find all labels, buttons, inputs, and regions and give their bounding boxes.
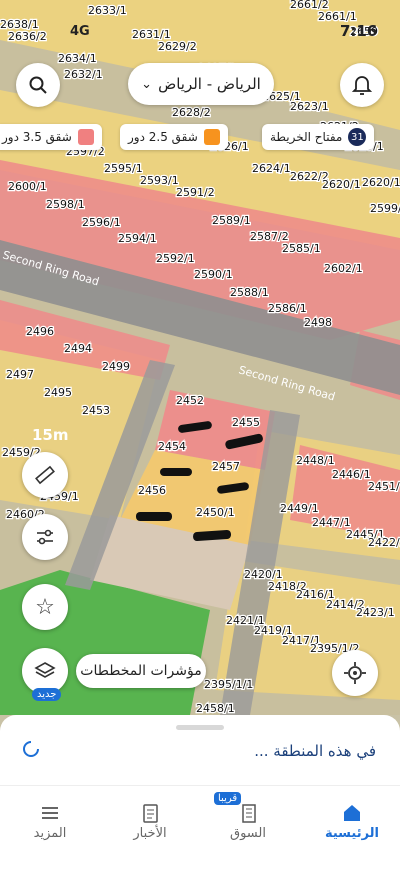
parcel-label[interactable]: 2600/1 bbox=[7, 179, 48, 195]
parcel-label[interactable]: 2446/1 bbox=[331, 467, 372, 483]
tab-label: السوق bbox=[230, 826, 266, 841]
parcel-label[interactable]: 2498 bbox=[303, 315, 334, 331]
coming-soon-badge: قريبا bbox=[214, 792, 242, 805]
parcel-label[interactable]: 2497 bbox=[5, 367, 36, 383]
parcel-label[interactable]: 2458/1 bbox=[195, 701, 236, 715]
filter-button[interactable] bbox=[22, 514, 68, 560]
parcel-label[interactable]: 2623/1 bbox=[289, 99, 330, 115]
loading-spinner-icon bbox=[23, 741, 39, 757]
tab-home[interactable]: الرئيسية bbox=[312, 800, 392, 841]
star-icon: ☆ bbox=[35, 594, 55, 620]
parcel-label[interactable]: 2494 bbox=[63, 341, 94, 357]
news-icon bbox=[143, 804, 158, 823]
parcel-label[interactable]: 2423/1 bbox=[355, 605, 396, 621]
parcel-label[interactable]: 2457 bbox=[211, 459, 242, 475]
legend-item[interactable]: شقق 3.5 دور bbox=[0, 124, 102, 150]
parcel-label[interactable]: 2495 bbox=[43, 385, 74, 401]
parcel-label[interactable]: 2632/1 bbox=[63, 67, 104, 83]
status-bar: 7:16 4G bbox=[0, 0, 400, 56]
parcel-label[interactable]: 2450/1 bbox=[195, 505, 236, 521]
parcel-label[interactable]: 2602/1 bbox=[323, 261, 364, 277]
sliders-icon bbox=[37, 529, 53, 545]
parcel-label[interactable]: 2598/1 bbox=[45, 197, 86, 213]
parcel-label[interactable]: 2593/1 bbox=[139, 173, 180, 189]
parcel-label[interactable]: 2596/1 bbox=[81, 215, 122, 231]
parcel-label[interactable]: 2620/1/2 bbox=[361, 175, 400, 191]
plan-indicators-button[interactable]: مؤشرات المخططات bbox=[76, 654, 206, 688]
ruler-button[interactable] bbox=[22, 452, 68, 498]
parcel-label[interactable]: 2395/1/1 bbox=[203, 677, 255, 693]
menu-icon bbox=[42, 807, 58, 819]
parcel-label[interactable]: 2599/2 bbox=[369, 201, 400, 217]
parcel-label[interactable]: 2586/1 bbox=[267, 301, 308, 317]
map-key-button[interactable]: 31 مفتاح الخريطة bbox=[262, 124, 375, 150]
road-label: 15m bbox=[32, 426, 69, 444]
city-label: الرياض - الرياض bbox=[158, 75, 261, 93]
legend-label: شقق 3.5 دور bbox=[2, 130, 72, 144]
tab-bar: الرئيسية السوق قريبا الأخبار المزيد bbox=[0, 785, 400, 870]
sheet-handle[interactable] bbox=[176, 725, 224, 730]
parcel-label[interactable]: 2624/1 bbox=[251, 161, 292, 177]
parcel-label[interactable]: 2594/1 bbox=[117, 231, 158, 247]
parcel-label[interactable]: 2592/1 bbox=[155, 251, 196, 267]
tab-label: المزيد bbox=[33, 826, 67, 841]
area-summary-text: في هذه المنطقة ... bbox=[254, 742, 376, 760]
parcel-label[interactable]: 2454 bbox=[157, 439, 188, 455]
locate-button[interactable] bbox=[332, 650, 378, 696]
parcel-label[interactable]: 2628/2 bbox=[171, 105, 212, 121]
map-key-count: 31 bbox=[348, 128, 367, 146]
color-swatch bbox=[77, 129, 94, 145]
parcel-label[interactable]: 2589/1 bbox=[211, 213, 252, 229]
crosshair-icon bbox=[344, 662, 366, 684]
network-label: 4G bbox=[70, 24, 90, 39]
parcel-label[interactable]: 2620/1 bbox=[321, 177, 362, 193]
home-icon bbox=[344, 805, 360, 821]
tab-news[interactable]: الأخبار bbox=[110, 800, 190, 841]
search-button[interactable] bbox=[16, 63, 60, 107]
parcel-label[interactable]: 2585/1 bbox=[281, 241, 322, 257]
tab-label: الأخبار bbox=[133, 826, 167, 841]
parcel-label[interactable]: 2422/2 bbox=[367, 535, 400, 551]
new-badge: جديد bbox=[32, 688, 62, 701]
parcel-label[interactable]: 2448/1 bbox=[295, 453, 336, 469]
parcel-label[interactable]: 2455 bbox=[231, 415, 262, 431]
parcel-label[interactable]: 2496 bbox=[25, 324, 56, 340]
parcel-label[interactable]: 2456 bbox=[137, 483, 168, 499]
parcel-label[interactable]: 2453 bbox=[81, 403, 112, 419]
bottom-sheet[interactable]: في هذه المنطقة ... الرئيسية السوق قريبا … bbox=[0, 715, 400, 870]
bell-icon bbox=[352, 76, 372, 95]
search-icon bbox=[29, 76, 47, 94]
legend-item[interactable]: شقق 2.5 دور bbox=[120, 124, 228, 150]
tab-market[interactable]: السوق bbox=[208, 800, 288, 841]
ruler-icon bbox=[35, 465, 55, 485]
parcel-label[interactable]: 2588/1 bbox=[229, 285, 270, 301]
parcel-label[interactable]: 2451/1 bbox=[367, 479, 400, 495]
city-selector[interactable]: ⌄ الرياض - الرياض bbox=[128, 63, 274, 105]
parcel-label[interactable]: 2499 bbox=[101, 359, 132, 375]
favorites-button[interactable]: ☆ bbox=[22, 584, 68, 630]
tab-more[interactable]: المزيد bbox=[10, 800, 90, 841]
parcel-label[interactable]: 2447/1 bbox=[311, 515, 352, 531]
legend-label: مفتاح الخريطة bbox=[270, 130, 343, 144]
notifications-button[interactable] bbox=[340, 63, 384, 107]
status-time: 7:16 bbox=[340, 22, 378, 40]
legend-label: شقق 2.5 دور bbox=[128, 130, 198, 144]
building-icon bbox=[242, 804, 256, 823]
parcel-label[interactable]: 2449/1 bbox=[279, 501, 320, 517]
parcel-label[interactable]: 2595/1 bbox=[103, 161, 144, 177]
tab-label: الرئيسية bbox=[324, 826, 380, 841]
parcel-label[interactable]: 2590/1 bbox=[193, 267, 234, 283]
layers-icon bbox=[34, 662, 56, 678]
parcel-label[interactable]: 2591/2 bbox=[175, 185, 216, 201]
parcel-label[interactable]: 2452 bbox=[175, 393, 206, 409]
color-swatch bbox=[203, 129, 220, 145]
chevron-down-icon: ⌄ bbox=[141, 76, 153, 92]
